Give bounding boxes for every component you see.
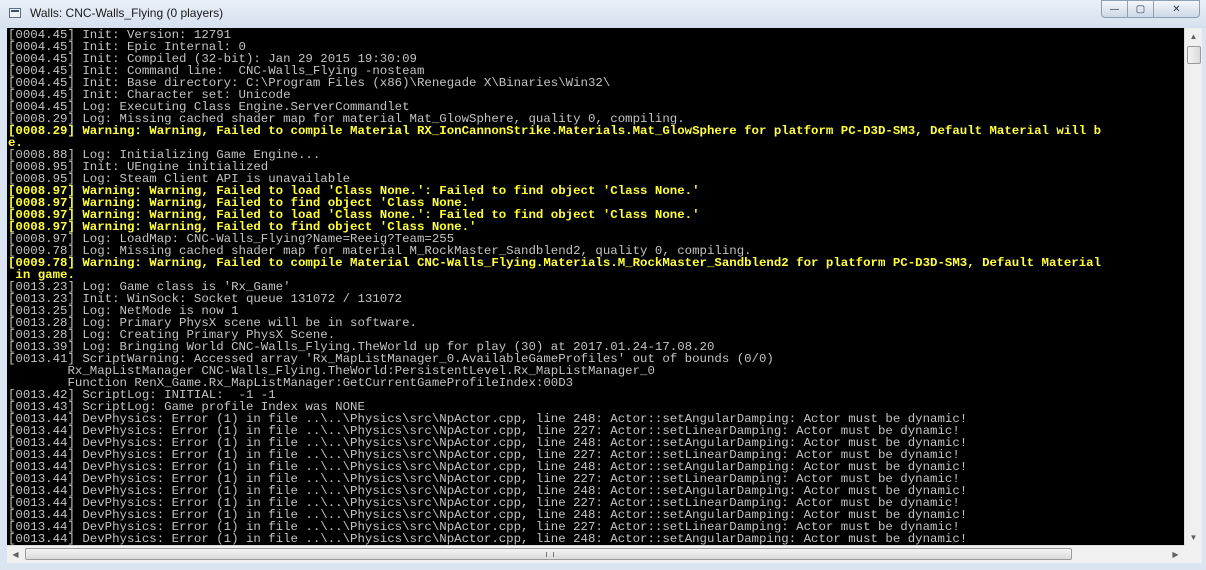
console-line: [0013.44] DevPhysics: Error (1) in file … (8, 532, 968, 546)
window-title: Walls: CNC-Walls_Flying (0 players) (30, 6, 224, 20)
title-bar[interactable]: Walls: CNC-Walls_Flying (0 players) — ▢ … (0, 0, 1206, 28)
scroll-left-arrow-icon[interactable]: ◀ (7, 546, 24, 563)
vertical-scrollbar[interactable]: ▲ ▼ (1184, 28, 1202, 545)
console-app-icon[interactable] (9, 8, 21, 18)
maximize-icon: ▢ (1135, 3, 1146, 15)
close-icon: ✕ (1172, 3, 1181, 15)
scrollbar-corner (1184, 545, 1202, 563)
console-warning-line: [0008.29] Warning: Warning, Failed to co… (8, 124, 1102, 138)
scroll-up-arrow-icon[interactable]: ▲ (1185, 28, 1202, 44)
minimize-button[interactable]: — (1101, 0, 1128, 18)
console-warning-line: [0009.78] Warning: Warning, Failed to co… (8, 256, 1102, 270)
horizontal-scrollbar[interactable]: ◀ ▶ (7, 545, 1184, 563)
maximize-button[interactable]: ▢ (1128, 0, 1154, 18)
scroll-right-arrow-icon[interactable]: ▶ (1167, 546, 1184, 563)
window-controls: — ▢ ✕ (1101, 0, 1200, 18)
close-button[interactable]: ✕ (1154, 0, 1200, 18)
minimize-icon: — (1109, 3, 1120, 15)
vertical-scroll-thumb[interactable] (1187, 46, 1201, 64)
console-output[interactable]: [0004.45] Init: Version: 12791 [0004.45] … (8, 29, 1184, 546)
scroll-down-arrow-icon[interactable]: ▼ (1185, 529, 1202, 545)
console-window: [0004.45] Init: Version: 12791 [0004.45] … (7, 28, 1202, 563)
horizontal-scroll-thumb[interactable] (25, 548, 1072, 560)
